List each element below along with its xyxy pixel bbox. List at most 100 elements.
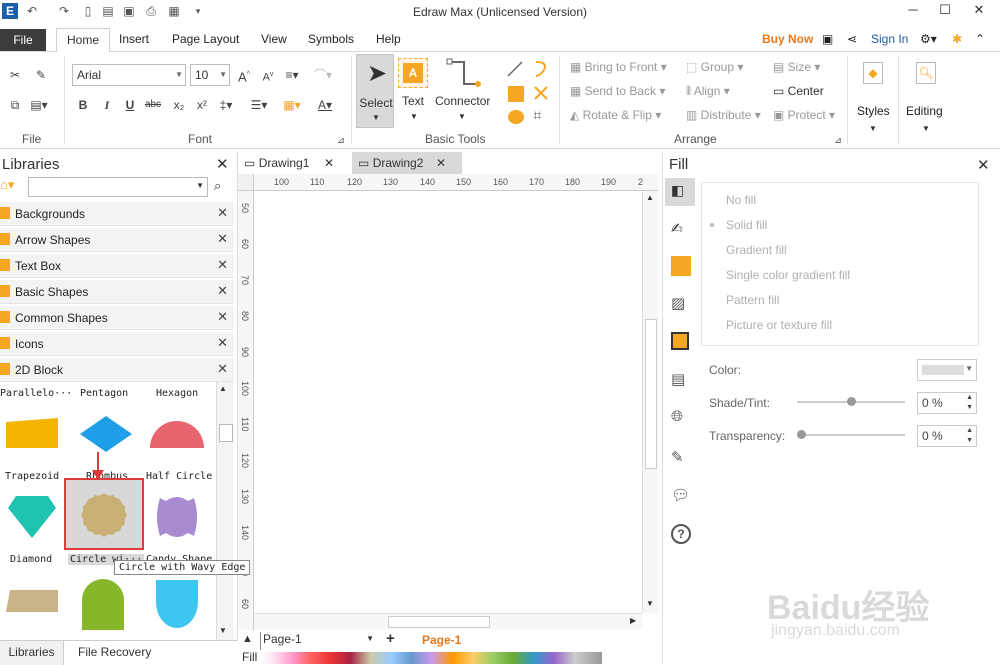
superscript-icon[interactable]: x² [193,96,211,114]
tab-insert[interactable]: Insert [119,32,149,46]
hyperlink-globe-icon[interactable]: 🌐︎ [671,408,691,428]
drawing-canvas[interactable] [238,174,658,630]
image-icon[interactable]: ▨ [671,294,691,314]
bold-icon[interactable]: B [74,96,92,114]
diamond-shape[interactable] [6,494,58,540]
protect-button[interactable]: ▣ Protect ▾ [773,108,835,122]
tab-page-layout[interactable]: Page Layout [172,32,239,46]
bring-to-front-button[interactable]: ▦ Bring to Front ▾ [570,60,667,74]
bullets-icon[interactable]: ☰▾ [250,96,268,114]
rounded-shape[interactable] [4,588,60,614]
crop-tool-icon[interactable]: ⌗ [533,107,541,124]
tab-help[interactable]: Help [376,32,401,46]
highlight-color-icon[interactable]: ▦▾ [283,96,301,114]
add-page-icon[interactable]: + [386,630,395,647]
tab-drawing2[interactable]: ▭ Drawing2 ✕ [352,152,462,174]
align-button[interactable]: ⫴ Align ▾ [686,84,730,99]
underline-icon[interactable]: U [121,96,139,114]
connector-label[interactable]: Connector [435,94,490,108]
select-tool-button[interactable]: ➤ Select ▼ [356,54,394,128]
subscript-icon[interactable]: x₂ [170,96,188,114]
line-style-icon[interactable]: ✍ [671,220,691,240]
library-category-backgrounds[interactable]: Backgrounds ✕ [0,202,234,226]
buy-now-link[interactable]: Buy Now [762,32,813,46]
library-search-icon[interactable]: ⌕ [214,178,221,194]
styles-button[interactable]: ◆ Styles ▼ [853,58,893,142]
help-icon[interactable]: ? [671,524,691,544]
ribbon-collapse-icon[interactable]: ⌃ [975,32,985,46]
maximize-button[interactable]: ☐ [928,0,962,22]
tab-view[interactable]: View [261,32,287,46]
connector-icon[interactable] [446,58,482,90]
gradient-fill-option[interactable]: Gradient fill [726,243,787,257]
format-painter-icon[interactable]: ✂ [6,66,24,84]
solid-fill-option[interactable]: Solid fill [710,218,767,232]
tab-home[interactable]: Home [56,28,110,53]
text-tool-icon[interactable]: A [398,58,428,88]
rhombus-shape[interactable] [78,414,134,454]
shrink-font-icon[interactable]: Av [259,66,277,84]
close-tab-icon[interactable]: ✕ [436,152,446,174]
shade-tint-slider[interactable] [797,397,905,406]
fullscreen-icon[interactable]: ▣ [822,32,833,46]
sign-in-link[interactable]: Sign In [871,32,908,46]
notes-icon[interactable]: ✎ [671,448,691,468]
copy-icon[interactable]: ⧉ [6,96,24,114]
ellipse-tool-icon[interactable] [508,110,524,124]
fill-tab-active[interactable]: ◧ [665,178,695,206]
canvas-vertical-scrollbar[interactable]: ▲ ▼ [642,191,658,613]
library-category-text-box[interactable]: Text Box ✕ [0,254,234,278]
circle-with-wavy-edge-shape[interactable] [64,478,144,550]
close-window-button[interactable]: ✕ [962,0,996,22]
comments-icon[interactable]: 💬︎ [671,486,691,506]
home-library-icon[interactable]: ⌂▾ [0,177,24,195]
page-properties-icon[interactable]: ▤ [671,370,691,390]
close-tab-icon[interactable]: ✕ [324,152,334,174]
font-family-select[interactable]: Arial ▼ [72,64,186,86]
shadow-icon[interactable] [671,256,691,276]
distribute-button[interactable]: ▥ Distribute ▾ [686,108,761,122]
page-select[interactable]: Page-1 ▼ [260,632,378,650]
canvas-horizontal-scrollbar[interactable]: ▶ [254,613,642,629]
settings-gear-icon[interactable]: ⚙▾ [920,32,937,46]
pattern-fill-option[interactable]: Pattern fill [726,293,779,307]
arrange-dialog-launcher-icon[interactable]: ⊿ [829,131,847,149]
arc-tool-icon[interactable] [532,58,550,78]
share-icon[interactable]: ⋖ [847,32,857,46]
tab-file-recovery[interactable]: File Recovery [78,645,151,659]
color-palette[interactable] [262,652,602,664]
font-color-icon[interactable]: A▾ [316,96,334,114]
italic-icon[interactable]: I [98,96,116,114]
library-category-icons[interactable]: Icons ✕ [0,332,234,356]
brush-icon[interactable]: ✎ [32,66,50,84]
paste-icon[interactable]: ▤▾ [30,96,48,114]
transparency-input[interactable]: 0 % ▲ ▼ [917,425,977,447]
trapezoid-shape[interactable] [4,416,62,452]
close-fill-panel-icon[interactable]: ✕ [977,156,990,174]
library-category-arrow-shapes[interactable]: Arrow Shapes ✕ [0,228,234,252]
send-to-back-button[interactable]: ▦ Send to Back ▾ [570,84,665,98]
library-category-2d-block[interactable]: 2D Block ✕ [0,358,234,382]
strikethrough-icon[interactable]: abc [144,96,162,114]
no-fill-option[interactable]: No fill [726,193,756,207]
rotate-flip-button[interactable]: ◭ Rotate & Flip ▾ [570,108,661,122]
close-libraries-icon[interactable]: ✕ [216,155,229,173]
candy-shape[interactable] [154,492,200,542]
line-spacing-icon[interactable]: ⌒▾ [314,66,332,84]
layers-icon[interactable] [671,332,689,350]
shield-shape[interactable] [154,578,200,632]
center-button[interactable]: ▭ Center [773,84,824,98]
file-menu[interactable]: File [0,29,46,51]
editing-button[interactable]: 🔍︎ Editing ▼ [904,58,950,142]
tab-symbols[interactable]: Symbols [308,32,354,46]
picture-texture-fill-option[interactable]: Picture or texture fill [726,318,832,332]
font-dialog-launcher-icon[interactable]: ⊿ [332,131,350,149]
transparency-slider[interactable] [797,430,905,439]
library-category-common-shapes[interactable]: Common Shapes ✕ [0,306,234,330]
size-button[interactable]: ▤ Size ▾ [773,60,820,74]
color-picker[interactable]: ▼ [917,359,977,381]
pagebar-collapse-icon[interactable]: ▲ [242,633,253,645]
text-tool-label[interactable]: Text [402,94,424,108]
single-color-gradient-fill-option[interactable]: Single color gradient fill [726,268,850,282]
arch-shape[interactable] [80,578,126,630]
